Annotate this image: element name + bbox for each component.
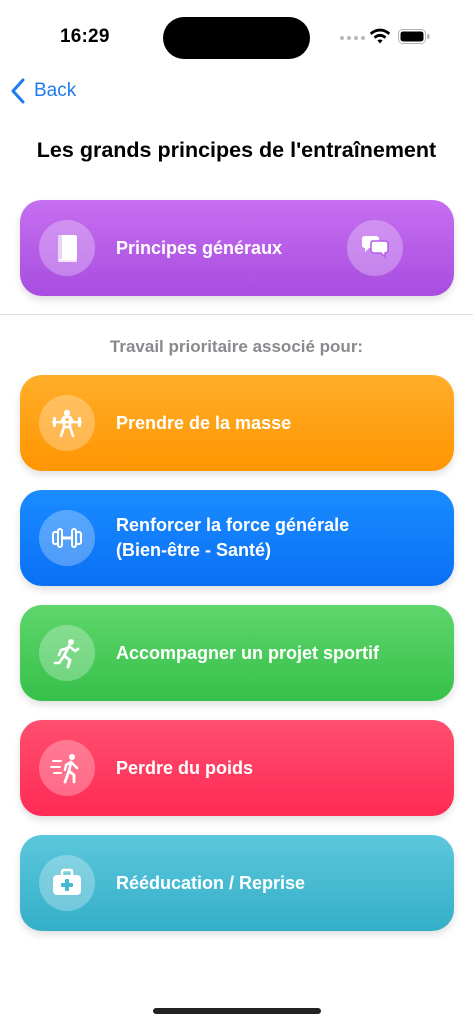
page-title: Les grands principes de l'entraînement xyxy=(36,138,437,162)
card-lose-weight[interactable]: Perdre du poids xyxy=(20,720,454,816)
back-button[interactable]: Back xyxy=(10,78,76,104)
card-icon-circle xyxy=(39,625,95,681)
card-icon-circle xyxy=(39,395,95,451)
card-label: Rééducation / Reprise xyxy=(116,872,306,893)
card-label: Perdre du poids xyxy=(116,757,254,778)
card-label: Prendre de la masse xyxy=(116,412,292,433)
fast-walker-icon xyxy=(50,754,79,784)
divider xyxy=(0,314,473,315)
dynamic-island xyxy=(163,17,310,59)
chat-button[interactable] xyxy=(347,220,403,276)
card-icon-circle xyxy=(39,510,95,566)
status-time: 16:29 xyxy=(60,26,110,47)
card-icon-circle xyxy=(39,855,95,911)
card-sports-project[interactable]: Accompagner un projet sportif xyxy=(20,605,454,701)
cellular-signal-icon xyxy=(340,36,365,40)
battery-icon xyxy=(398,29,430,44)
weightlifter-icon xyxy=(52,409,82,438)
status-bar: 16:29 xyxy=(0,0,473,60)
chat-bubbles-icon xyxy=(362,236,389,259)
card-gain-mass[interactable]: Prendre de la masse xyxy=(20,375,454,471)
wifi-icon xyxy=(369,28,391,44)
section-label: Travail prioritaire associé pour: xyxy=(109,337,364,356)
chevron-left-icon xyxy=(11,78,25,104)
general-principles-card[interactable]: Principes généraux xyxy=(20,200,454,296)
book-icon xyxy=(58,235,77,262)
home-indicator[interactable] xyxy=(153,1008,321,1014)
back-label: Back xyxy=(34,80,77,101)
card-rehabilitation[interactable]: Rééducation / Reprise xyxy=(20,835,454,931)
runner-icon xyxy=(53,639,80,669)
card-general-strength[interactable]: Renforcer la force générale (Bien-être -… xyxy=(20,490,454,586)
general-icon-circle xyxy=(39,220,95,276)
card-icon-circle xyxy=(39,740,95,796)
general-principles-label: Principes généraux xyxy=(116,237,283,258)
card-label: Accompagner un projet sportif xyxy=(116,642,380,663)
medical-kit-icon xyxy=(53,868,81,895)
card-label: Renforcer la force générale (Bien-être -… xyxy=(116,515,350,560)
dumbbell-icon xyxy=(52,528,82,548)
